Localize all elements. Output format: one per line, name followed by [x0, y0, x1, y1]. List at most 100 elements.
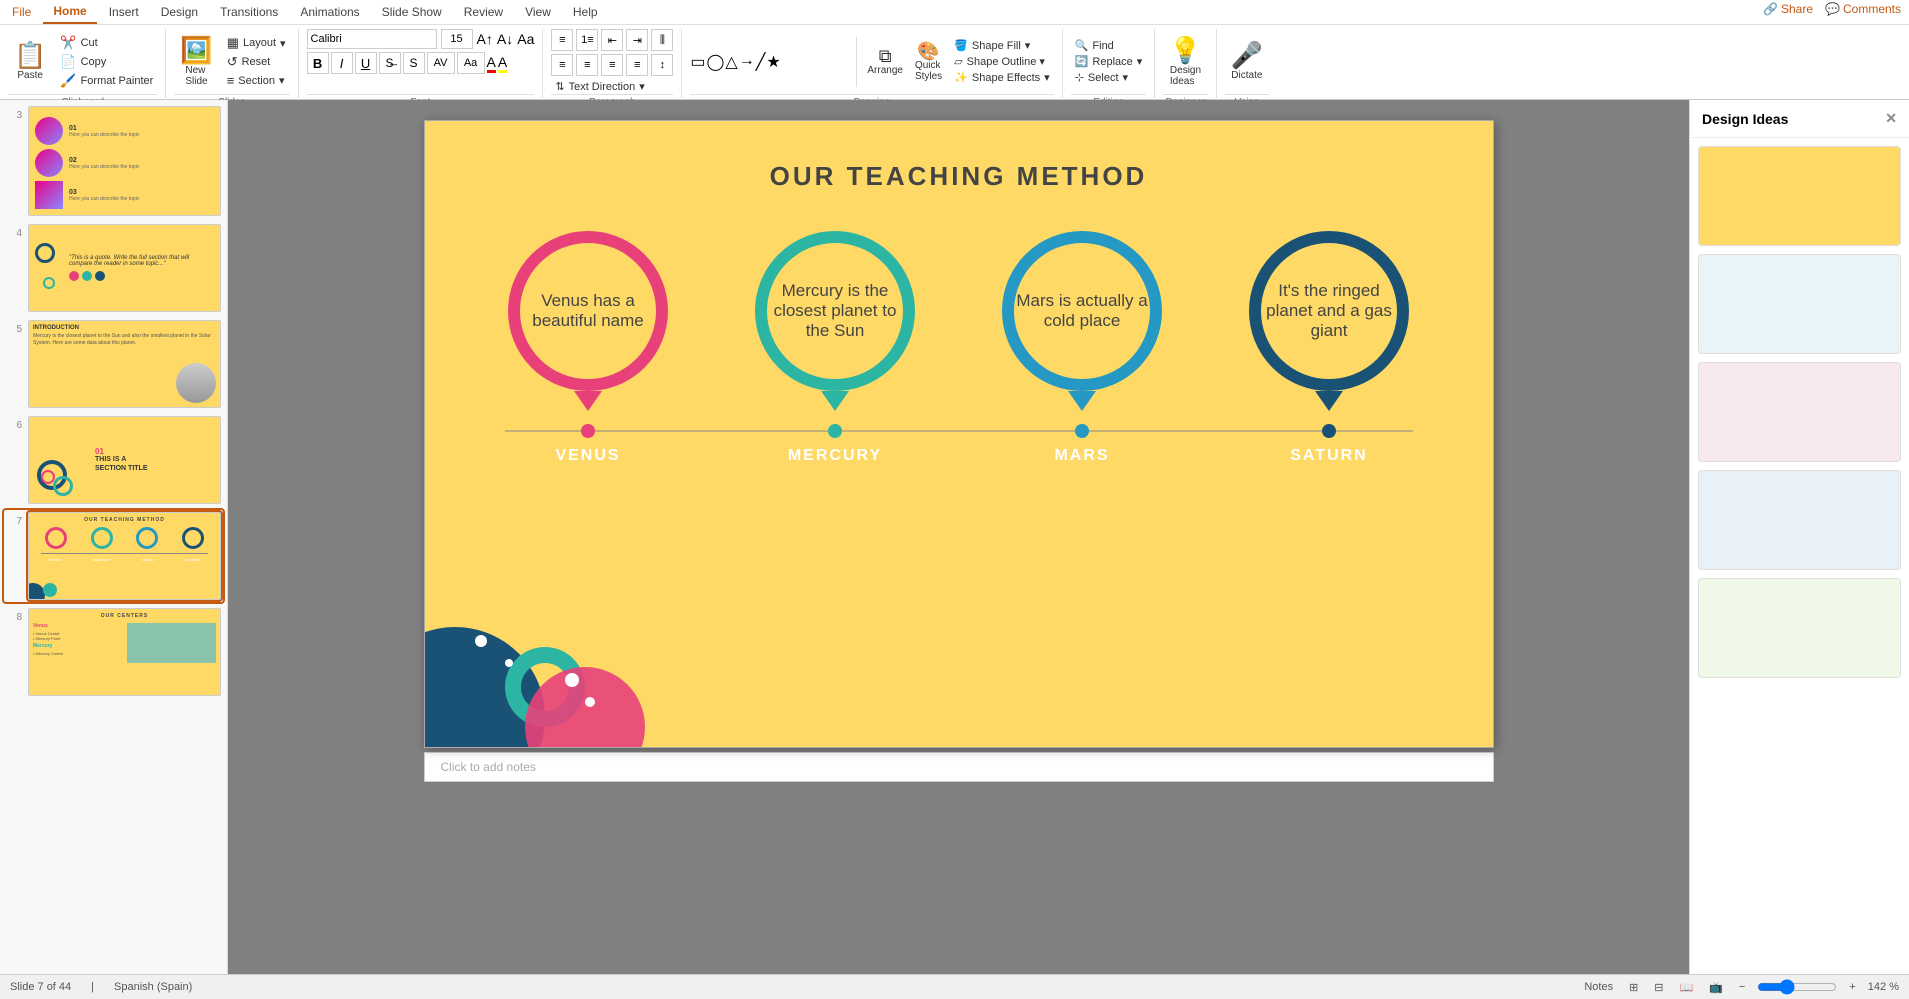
design-ideas-button[interactable]: 💡 DesignIdeas [1163, 35, 1207, 89]
tab-review[interactable]: Review [454, 0, 513, 24]
slide-preview-7: OUR TEACHING METHOD VENUSMERCURYMARSSATU… [28, 512, 221, 600]
design-idea-4[interactable] [1698, 470, 1901, 570]
shape-circle[interactable]: ◯ [706, 52, 724, 72]
slide-thumb-3[interactable]: 3 01 Here you can describe the topic [4, 104, 223, 218]
zoom-slider[interactable] [1757, 979, 1837, 995]
drawing-group: ▭ ◯ △ → ╱ ★ ⧉ Arrange 🎨 QuickStyles [682, 29, 1062, 108]
font-highlight-button[interactable]: A [498, 54, 507, 73]
underline-button[interactable]: U [355, 52, 377, 74]
columns-button[interactable]: ⫼ [651, 29, 673, 51]
layout-button[interactable]: ▦ Layout ▾ [223, 34, 290, 52]
design-ideas-panel: Design Ideas ✕ [1689, 100, 1909, 974]
shape-line[interactable]: ╱ [756, 52, 766, 72]
strikethrough-button[interactable]: S̶ [379, 52, 401, 74]
italic-button[interactable]: I [331, 52, 353, 74]
format-painter-button[interactable]: 🖌️ Format Painter [56, 72, 157, 90]
tab-animations[interactable]: Animations [290, 0, 369, 24]
tab-help[interactable]: Help [563, 0, 608, 24]
tab-file[interactable]: File [2, 0, 41, 24]
slide-thumb-8[interactable]: 8 OUR CENTERS Venus • Venus Center • Mer… [4, 606, 223, 698]
reset-button[interactable]: ↺ Reset [223, 53, 290, 71]
slide-thumb-6[interactable]: 6 01 THIS IS ASECTION TITLE [4, 414, 223, 506]
numbered-list-button[interactable]: 1≡ [576, 29, 598, 51]
zoom-in-button[interactable]: + [1845, 980, 1859, 994]
replace-button[interactable]: 🔄 Replace ▾ [1071, 54, 1147, 69]
cut-button[interactable]: ✂️ Cut [56, 34, 157, 52]
saturn-circle[interactable]: It's the ringed planet and a gas giant [1249, 231, 1409, 391]
paste-button[interactable]: 📋 Paste [8, 40, 52, 83]
ribbon-top-right: 🔗 Share 💬 Comments [1763, 2, 1901, 16]
presenter-view-button[interactable]: 📺 [1705, 980, 1727, 995]
slide-canvas[interactable]: OUR TEACHING METHOD Venus has a beautifu… [424, 120, 1494, 748]
slide-sorter-button[interactable]: ⊟ [1650, 980, 1667, 995]
design-idea-5[interactable] [1698, 578, 1901, 678]
tab-design[interactable]: Design [151, 0, 208, 24]
align-right-button[interactable]: ≡ [601, 54, 623, 76]
increase-font-button[interactable]: A↑ [477, 31, 493, 47]
quick-styles-button[interactable]: 🎨 QuickStyles [911, 40, 946, 84]
slide-preview-5: INTRODUCTION Mercury is the closest plan… [28, 320, 221, 408]
tab-home[interactable]: Home [43, 0, 96, 24]
drawing-separator [856, 37, 857, 87]
slide-thumb-7[interactable]: 7 OUR TEACHING METHOD VENUSMERCURYMARSSA… [4, 510, 223, 602]
venus-circle[interactable]: Venus has a beautiful name [508, 231, 668, 391]
char-spacing-button[interactable]: AV [427, 52, 455, 74]
design-idea-3[interactable] [1698, 362, 1901, 462]
planet-mars: Mars is actually a cold place [982, 231, 1182, 391]
font-size-small-button[interactable]: Aa [457, 52, 485, 74]
shape-arrow[interactable]: → [739, 52, 755, 72]
find-button[interactable]: 🔍 Find [1071, 38, 1147, 53]
ribbon-content: 📋 Paste ✂️ Cut 📄 Copy 🖌️ Format Painter [0, 25, 1909, 112]
mercury-circle[interactable]: Mercury is the closest planet to the Sun [755, 231, 915, 391]
tab-slideshow[interactable]: Slide Show [372, 0, 452, 24]
font-color-button[interactable]: A [487, 54, 496, 73]
align-left-button[interactable]: ≡ [551, 54, 573, 76]
normal-view-button[interactable]: ⊞ [1625, 980, 1642, 995]
dictate-button[interactable]: 🎤 Dictate [1225, 40, 1269, 83]
font-name-input[interactable] [307, 29, 437, 49]
voice-items: 🎤 Dictate [1225, 29, 1269, 94]
bold-button[interactable]: B [307, 52, 329, 74]
shape-fill-icon: 🪣 [954, 39, 968, 52]
shape-outline-button[interactable]: ▱ Shape Outline ▾ [950, 54, 1054, 69]
align-center-button[interactable]: ≡ [576, 54, 598, 76]
designer-group: 💡 DesignIdeas Designer [1155, 29, 1216, 108]
zoom-out-button[interactable]: − [1735, 980, 1749, 994]
notes-button[interactable]: Notes [1580, 980, 1617, 994]
select-button[interactable]: ⊹ Select ▾ [1071, 70, 1147, 85]
copy-button[interactable]: 📄 Copy [56, 53, 157, 71]
slide-thumb-5[interactable]: 5 INTRODUCTION Mercury is the closest pl… [4, 318, 223, 410]
shadow-button[interactable]: S [403, 52, 425, 74]
bullet-list-button[interactable]: ≡ [551, 29, 573, 51]
notes-bar[interactable]: Click to add notes [424, 752, 1494, 782]
share-button[interactable]: 🔗 Share [1763, 2, 1813, 16]
slide-title: OUR TEACHING METHOD [425, 121, 1493, 192]
shape-triangle[interactable]: △ [725, 52, 737, 72]
line-spacing-button[interactable]: ↕ [651, 54, 673, 76]
increase-indent-button[interactable]: ⇥ [626, 29, 648, 51]
justify-button[interactable]: ≡ [626, 54, 648, 76]
reading-view-button[interactable]: 📖 [1676, 980, 1698, 995]
tab-view[interactable]: View [515, 0, 561, 24]
design-idea-1[interactable] [1698, 146, 1901, 246]
shape-star[interactable]: ★ [766, 52, 780, 72]
tab-transitions[interactable]: Transitions [210, 0, 288, 24]
shape-effects-button[interactable]: ✨ Shape Effects ▾ [950, 70, 1054, 85]
shape-rect[interactable]: ▭ [690, 52, 705, 72]
section-button[interactable]: ≡ Section ▾ [223, 72, 290, 89]
decrease-indent-button[interactable]: ⇤ [601, 29, 623, 51]
mars-circle[interactable]: Mars is actually a cold place [1002, 231, 1162, 391]
design-idea-2[interactable] [1698, 254, 1901, 354]
shape-fill-button[interactable]: 🪣 Shape Fill ▾ [950, 38, 1054, 53]
font-size-input[interactable] [441, 29, 473, 49]
ribbon: File Home Insert Design Transitions Anim… [0, 0, 1909, 100]
slide-thumb-4[interactable]: 4 "This is a quote. Write the full secti… [4, 222, 223, 314]
clear-format-button[interactable]: Aa [517, 31, 534, 47]
decrease-font-button[interactable]: A↓ [497, 31, 513, 47]
new-slide-button[interactable]: 🖼️ NewSlide [174, 35, 218, 89]
design-ideas-close[interactable]: ✕ [1885, 110, 1897, 127]
text-direction-button[interactable]: ⇅ Text Direction ▾ [551, 79, 648, 94]
tab-insert[interactable]: Insert [99, 0, 149, 24]
comments-button[interactable]: 💬 Comments [1825, 2, 1901, 16]
arrange-button[interactable]: ⧉ Arrange [863, 45, 907, 78]
